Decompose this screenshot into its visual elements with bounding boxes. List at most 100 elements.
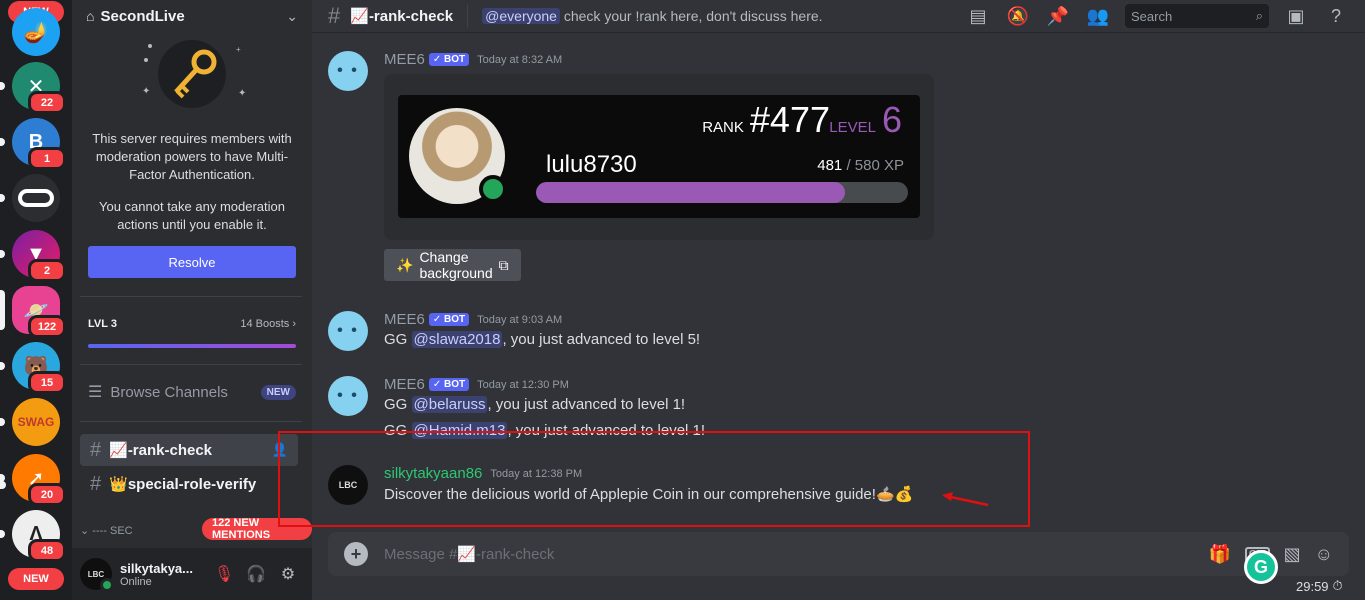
emoji-picker-icon[interactable]: ☺ — [1315, 544, 1333, 565]
server-icon-a[interactable]: Λ 48 — [12, 510, 66, 562]
author-name[interactable]: MEE6 — [384, 51, 425, 68]
attach-plus-icon[interactable]: + — [344, 542, 368, 566]
boost-level[interactable]: LVL 3 14 Boosts › — [88, 318, 296, 348]
browse-list-icon: ☰ — [88, 384, 103, 401]
server-icon-swag[interactable]: SWAG — [12, 398, 60, 446]
rank-display: RANK #477 — [702, 99, 830, 141]
channel-rank-check[interactable]: # 📈-rank-check 👤 — [80, 434, 298, 466]
author-name[interactable]: MEE6 — [384, 376, 425, 393]
online-status-dot — [100, 578, 114, 592]
change-background-button[interactable]: ✨ Change background ⧉ — [384, 249, 521, 281]
mee6-avatar[interactable]: • • — [328, 376, 368, 416]
xp-current: 481 — [817, 157, 843, 174]
mee6-avatar[interactable]: • • — [328, 311, 368, 351]
user-avatar[interactable]: LBC — [80, 558, 114, 592]
xp-max: / 580 XP — [842, 157, 904, 174]
mention-badge: 48 — [28, 539, 66, 562]
notifications-muted-icon[interactable]: 🔕 — [1005, 6, 1031, 27]
mic-muted-icon[interactable]: 🎙 — [208, 558, 240, 590]
hashtag-icon: # — [328, 3, 341, 28]
level-value: 6 — [881, 99, 902, 140]
key-illustration-icon: ✦ ✦ + — [88, 32, 296, 124]
server-icon-lamp[interactable]: 🪔 — [12, 8, 60, 56]
member-list-icon[interactable]: 👥 — [1085, 6, 1111, 27]
timestamp: Today at 8:32 AM — [477, 53, 563, 66]
new-badge-bottom[interactable]: NEW — [8, 568, 64, 590]
server-icon-arrow[interactable]: ➚ 20 — [12, 454, 66, 506]
pin-icon[interactable]: 📌 — [1045, 6, 1071, 27]
message-content: GG @slawa2018, you just advanced to leve… — [384, 331, 701, 348]
grammarly-icon[interactable]: G — [1244, 550, 1278, 584]
xp-progress-bar — [536, 182, 908, 203]
settings-gear-icon[interactable]: ⚙ — [272, 558, 304, 590]
headphones-icon[interactable]: 🎧 — [240, 558, 272, 590]
chevron-right-icon: › — [292, 318, 296, 330]
check-icon: ✓ — [432, 54, 445, 65]
unread-pip — [0, 418, 5, 426]
chart-emoji: 📈 — [109, 442, 128, 459]
message-header: MEE6 ✓ BOT Today at 12:30 PM — [384, 376, 569, 393]
mfa-notice: ✦ ✦ + This server requires members with … — [72, 32, 312, 278]
rank-card-username: lulu8730 — [546, 151, 637, 178]
search-icon: ⌕ — [1255, 8, 1263, 23]
timestamp: Today at 12:30 PM — [477, 378, 569, 391]
threads-icon[interactable]: ▤ — [965, 6, 991, 27]
unread-pip — [0, 250, 5, 258]
server-icon-v[interactable]: ✕ 22 — [12, 62, 66, 114]
mfa-warning-text: You cannot take any moderation actions u… — [99, 199, 285, 232]
bot-tag: ✓ BOT — [428, 378, 470, 391]
check-icon: ✓ — [432, 379, 445, 390]
stopwatch-icon: ⏱ — [1332, 578, 1343, 593]
change-background-label: Change background — [419, 249, 493, 281]
chart-emoji: 📈 — [350, 8, 369, 25]
sparkles-icon: ✨ — [396, 256, 414, 273]
server-icon-secondlive[interactable]: 🪐 122 — [12, 286, 66, 338]
message-header: MEE6 ✓ BOT Today at 8:32 AM — [384, 51, 562, 68]
message-header: MEE6 ✓ BOT Today at 9:03 AM — [384, 311, 562, 328]
category-label[interactable]: ⌄ ---- SEC — [80, 524, 133, 537]
online-status-dot — [479, 175, 507, 203]
server-name: SecondLive — [100, 7, 185, 25]
divider — [80, 296, 302, 297]
message-input[interactable]: Message #📈-rank-check — [384, 545, 1195, 563]
svg-text:✦: ✦ — [238, 88, 246, 99]
help-icon[interactable]: ? — [1323, 6, 1349, 27]
mention-badge: 1 — [28, 147, 66, 170]
server-rail: NEW 🪔 ✕22 B1 ▼2 🪐122 🐻15 SWAG ➚20 Λ48 NE… — [0, 0, 72, 600]
resolve-button[interactable]: Resolve — [88, 246, 296, 278]
author-name[interactable]: MEE6 — [384, 311, 425, 328]
user-mention[interactable]: @belaruss — [411, 396, 488, 413]
xp-display: 481 / 580 XP — [817, 157, 904, 174]
channel-special-role-verify[interactable]: # 👑special-role-verify — [80, 468, 298, 500]
sticker-icon[interactable]: ▧ — [1284, 544, 1301, 565]
inbox-icon[interactable]: ▣ — [1283, 6, 1309, 27]
server-icon-triangle[interactable]: ▼ 2 — [12, 230, 66, 282]
svg-text:✦: ✦ — [142, 86, 150, 97]
gift-icon[interactable]: 🎁 — [1209, 544, 1231, 565]
search-input[interactable]: Search ⌕ — [1125, 4, 1269, 28]
external-link-icon: ⧉ — [498, 256, 509, 273]
mee6-face-icon: • • — [337, 322, 359, 339]
channel-name: special-role-verify — [127, 476, 257, 493]
pill-icon — [18, 189, 54, 207]
user-mention[interactable]: @slawa2018 — [411, 331, 503, 348]
server-icon-pill[interactable] — [12, 174, 60, 222]
server-header[interactable]: ⌂ SecondLive ⌄ — [72, 0, 312, 32]
unread-pip — [0, 82, 5, 90]
highlight-box — [278, 431, 1030, 527]
mfa-requirement-text: This server requires members with modera… — [92, 131, 292, 182]
channel-name: -rank-check — [127, 442, 213, 459]
rank-embed: RANK #477 LEVEL 6 lulu8730 481 / 580 XP — [384, 74, 934, 240]
channel-topic[interactable]: @everyone check your !rank here, don't d… — [482, 8, 965, 24]
user-name: silkytakya... — [120, 560, 193, 576]
mee6-face-icon: • • — [337, 387, 359, 404]
hashtag-icon: # — [90, 438, 102, 461]
server-icon-b[interactable]: B1 — [12, 118, 66, 170]
mee6-face-icon: • • — [337, 62, 359, 79]
message-content: GG @belaruss, you just advanced to level… — [384, 396, 686, 413]
server-icon-bear[interactable]: 🐻 15 — [12, 342, 66, 394]
unread-pip — [0, 194, 5, 202]
mee6-avatar[interactable]: • • — [328, 51, 368, 91]
mention-badge: 2 — [28, 259, 66, 282]
browse-channels[interactable]: ☰ Browse Channels NEW — [88, 382, 296, 402]
